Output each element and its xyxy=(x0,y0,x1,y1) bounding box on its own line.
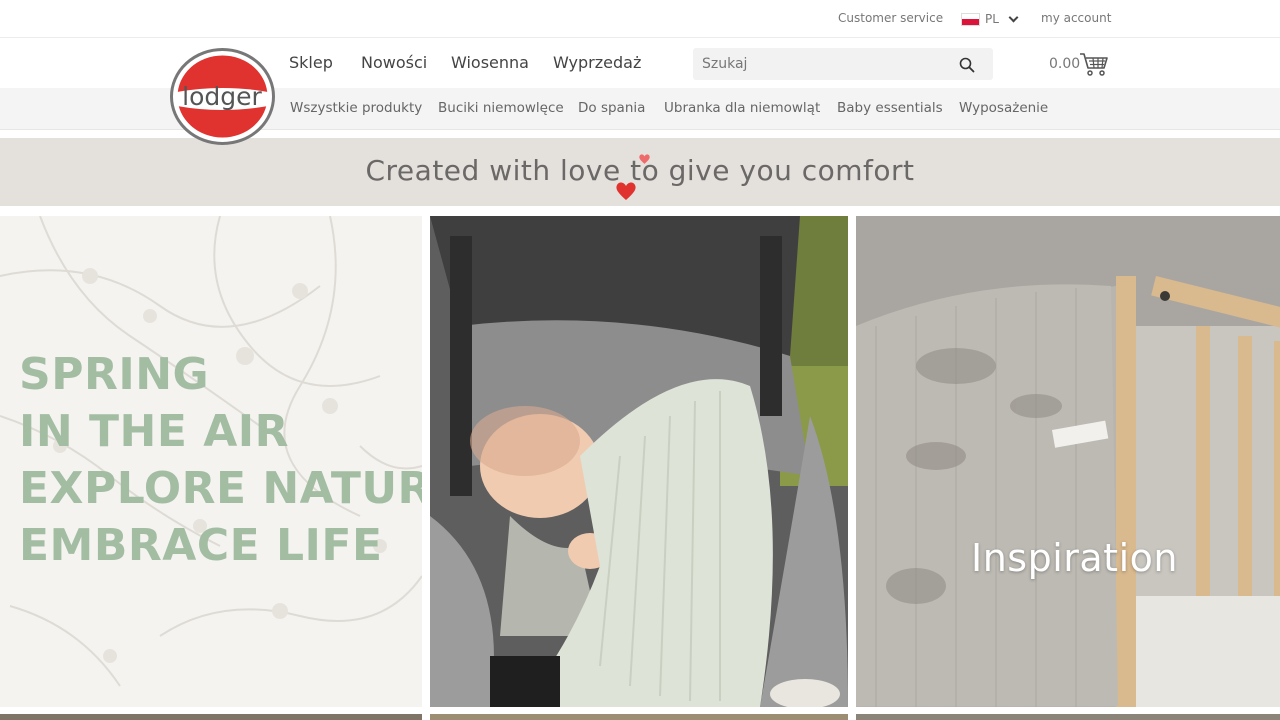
search-icon[interactable] xyxy=(959,57,975,73)
search-box xyxy=(693,48,993,80)
category-sleeping[interactable]: Do spania xyxy=(578,100,645,116)
next-row-tile-2[interactable] xyxy=(430,714,848,720)
next-row-tile-1[interactable] xyxy=(0,714,422,720)
nav-item-wyprzedaz[interactable]: Wyprzedaż xyxy=(553,53,641,72)
my-account-link[interactable]: my account xyxy=(1041,11,1111,25)
inspiration-label: Inspiration xyxy=(971,536,1178,580)
logo-text: lodger xyxy=(182,82,262,111)
search-input[interactable] xyxy=(693,48,943,80)
spring-line-3: EXPLORE NATURE xyxy=(19,463,422,514)
spring-headline: SPRING IN THE AIR EXPLORE NATURE EMBRACE… xyxy=(19,346,422,574)
nav-item-sklep[interactable]: Sklep xyxy=(289,53,333,72)
lodger-logo[interactable]: lodger xyxy=(170,48,275,145)
baby-in-stroller-image xyxy=(430,216,848,707)
blanket-on-crib-image xyxy=(856,216,1280,707)
nav-item-nowosci[interactable]: Nowości xyxy=(361,53,427,72)
language-code: PL xyxy=(985,12,999,26)
category-all-products[interactable]: Wszystkie produkty xyxy=(290,100,422,116)
next-row-tile-3[interactable] xyxy=(856,714,1280,720)
cart-icon[interactable] xyxy=(1079,51,1109,77)
category-baby-shoes[interactable]: Buciki niemowlęce xyxy=(438,100,564,116)
category-equipment[interactable]: Wyposażenie xyxy=(959,100,1048,116)
top-utility-bar: Customer service PL my account xyxy=(0,0,1280,38)
cart-total[interactable]: 0.00 xyxy=(1049,56,1080,72)
spring-line-2: IN THE AIR xyxy=(19,406,290,457)
small-heart-icon xyxy=(639,154,650,164)
promo-banner: Created with love to give you comfort xyxy=(0,138,1280,206)
heart-icon xyxy=(616,182,636,200)
language-selector[interactable]: PL xyxy=(961,10,1019,28)
customer-service-link[interactable]: Customer service xyxy=(838,11,943,25)
spring-campaign-tile[interactable]: SPRING IN THE AIR EXPLORE NATURE EMBRACE… xyxy=(0,216,422,707)
category-baby-clothes[interactable]: Ubranka dla niemowląt xyxy=(664,100,820,116)
spring-line-1: SPRING xyxy=(19,349,210,400)
chevron-down-icon xyxy=(1008,12,1019,22)
poland-flag-icon xyxy=(961,12,980,26)
category-baby-essentials[interactable]: Baby essentials xyxy=(837,100,943,116)
nav-item-wiosenna[interactable]: Wiosenna xyxy=(451,53,529,72)
spring-line-4: EMBRACE LIFE xyxy=(19,520,383,571)
inspiration-tile[interactable]: Inspiration xyxy=(856,216,1280,707)
baby-stroller-tile[interactable] xyxy=(430,216,848,707)
